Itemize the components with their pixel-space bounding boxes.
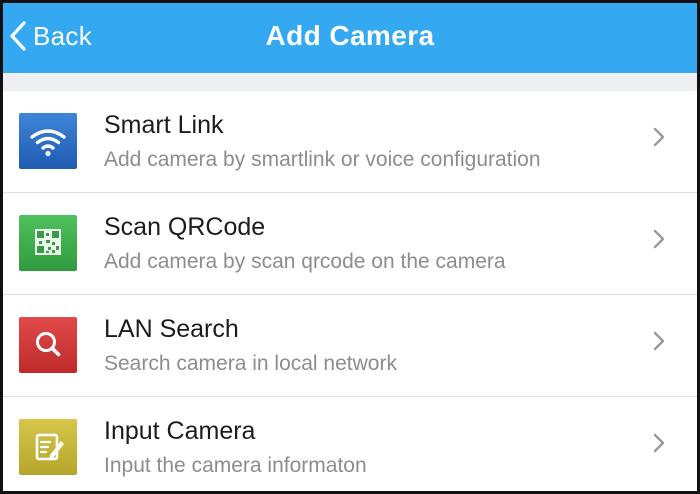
option-subtitle: Add camera by scan qrcode on the camera xyxy=(104,250,506,273)
search-icon xyxy=(19,317,77,373)
page-title: Add Camera xyxy=(265,20,435,51)
option-title: Scan QRCode xyxy=(104,213,266,241)
add-method-list: Smart Link Add camera by smartlink or vo… xyxy=(3,91,697,491)
smart-link-tile xyxy=(19,113,77,169)
qr-code-icon xyxy=(19,215,77,271)
chevron-right-icon xyxy=(653,331,665,351)
chevron-right-icon xyxy=(653,433,665,453)
wifi-icon xyxy=(19,113,77,169)
list-item-smart-link[interactable]: Smart Link Add camera by smartlink or vo… xyxy=(3,91,697,193)
edit-note-icon xyxy=(19,419,77,475)
input-camera-tile xyxy=(19,419,77,475)
option-subtitle: Add camera by smartlink or voice configu… xyxy=(104,148,541,171)
option-title: Smart Link xyxy=(104,111,224,139)
list-item-input-camera[interactable]: Input Camera Input the camera informaton xyxy=(3,397,697,491)
lan-search-tile xyxy=(19,317,77,373)
option-subtitle: Input the camera informaton xyxy=(104,454,367,477)
option-subtitle: Search camera in local network xyxy=(104,352,397,375)
chevron-right-icon xyxy=(653,127,665,147)
list-item-scan-qrcode[interactable]: Scan QRCode Add camera by scan qrcode on… xyxy=(3,193,697,295)
section-spacer xyxy=(3,73,697,91)
navigation-bar: Back Add Camera xyxy=(3,3,697,73)
option-title: Input Camera xyxy=(104,417,256,445)
add-camera-screen: Back Add Camera Smart Link Add camera by… xyxy=(0,0,700,494)
chevron-right-icon xyxy=(653,229,665,249)
scan-qrcode-tile xyxy=(19,215,77,271)
list-item-lan-search[interactable]: LAN Search Search camera in local networ… xyxy=(3,295,697,397)
option-title: LAN Search xyxy=(104,315,239,343)
